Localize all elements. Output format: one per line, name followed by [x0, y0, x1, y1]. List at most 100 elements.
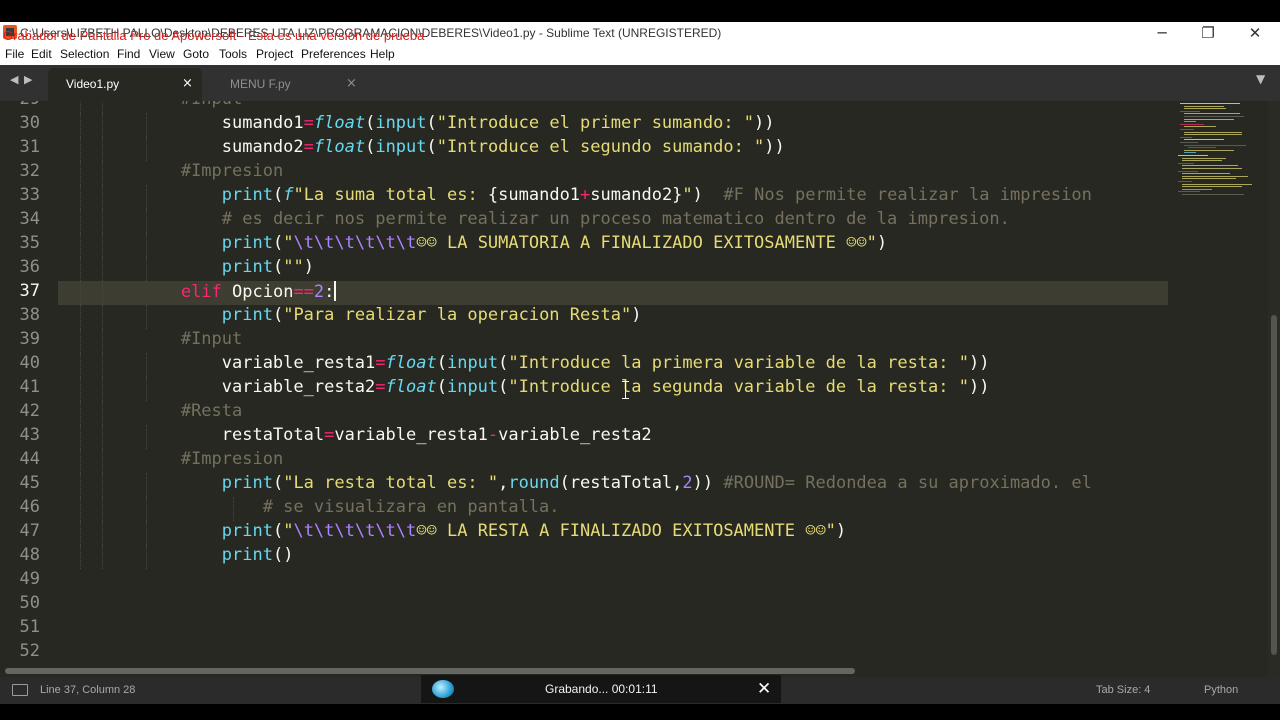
- line-number: 43: [19, 425, 40, 445]
- minimap-line: [1188, 147, 1216, 149]
- code-line[interactable]: # se visualizara en pantalla.: [58, 497, 1168, 521]
- syntax-selector[interactable]: Python: [1204, 684, 1238, 696]
- minimap-line: [1180, 136, 1192, 138]
- minimap-line: [1182, 186, 1242, 188]
- code-line[interactable]: [58, 569, 1168, 593]
- recorder-icon[interactable]: [432, 680, 454, 698]
- minimap-line: [1182, 175, 1248, 177]
- code-editor[interactable]: 29 30 31 32 33 34 35 36 37 38 39 40 41 4…: [0, 101, 1280, 677]
- code-line[interactable]: # es decir nos permite realizar un proce…: [58, 209, 1168, 233]
- tab-close-icon[interactable]: ×: [182, 76, 193, 91]
- code-line[interactable]: print("\t\t\t\t\t\t☺☺ LA RESTA A FINALIZ…: [58, 521, 1168, 545]
- menu-project[interactable]: Project: [256, 47, 293, 61]
- code-line[interactable]: #Input: [58, 101, 1168, 113]
- tab-back-icon[interactable]: ◀: [10, 73, 18, 86]
- code-line[interactable]: [58, 617, 1168, 641]
- recording-timer: Grabando... 00:01:11: [545, 682, 658, 696]
- menu-file[interactable]: File: [5, 47, 24, 61]
- minimap-line: [1184, 139, 1224, 141]
- menu-selection[interactable]: Selection: [60, 47, 109, 61]
- restore-button[interactable]: ❐: [1185, 23, 1231, 43]
- code-line[interactable]: print("Para realizar la operacion Resta"…: [58, 305, 1168, 329]
- menu-edit[interactable]: Edit: [31, 47, 52, 61]
- minimap-line: [1184, 121, 1196, 123]
- recorder-close-button[interactable]: ✕: [757, 679, 771, 699]
- line-number: 39: [19, 329, 40, 349]
- line-number: 50: [19, 593, 40, 613]
- code-line[interactable]: #Input: [58, 329, 1168, 353]
- minimap-line: [1184, 116, 1244, 117]
- minimap-line: [1184, 134, 1242, 136]
- code-line[interactable]: [58, 641, 1168, 665]
- code-line[interactable]: print("\t\t\t\t\t\t☺☺ LA SUMATORIA A FIN…: [58, 233, 1168, 257]
- minimap-line: [1182, 178, 1236, 180]
- code-line[interactable]: [58, 593, 1168, 617]
- minimap[interactable]: [1170, 101, 1268, 677]
- minimap-line: [1182, 157, 1226, 159]
- line-number: 35: [19, 233, 40, 253]
- minimize-button[interactable]: ─: [1139, 23, 1185, 43]
- line-number: 29: [0, 101, 40, 113]
- mouse-ibeam-cursor: [622, 381, 629, 399]
- code-line[interactable]: elif Opcion==2:: [58, 281, 1168, 305]
- line-number: 46: [19, 497, 40, 517]
- minimap-line: [1184, 149, 1234, 151]
- minimap-line: [1184, 144, 1246, 146]
- tab-dropdown-icon[interactable]: ▼: [1256, 72, 1265, 86]
- menu-goto[interactable]: Goto: [183, 47, 209, 61]
- vertical-scroll-thumb[interactable]: [1271, 315, 1277, 655]
- tab-menu-f[interactable]: MENU F.py ×: [212, 68, 366, 101]
- tab-forward-icon[interactable]: ▶: [24, 73, 32, 86]
- close-window-button[interactable]: ✕: [1232, 23, 1278, 43]
- line-number: 52: [19, 641, 40, 661]
- minimap-line: [1180, 123, 1204, 125]
- line-number: 33: [19, 185, 40, 205]
- vertical-scrollbar[interactable]: [1268, 101, 1280, 677]
- code-line[interactable]: print(f"La suma total es: {sumando1+suma…: [58, 185, 1168, 209]
- panel-toggle-icon[interactable]: [12, 684, 28, 696]
- horizontal-scroll-thumb[interactable]: [5, 668, 855, 674]
- minimap-line: [1182, 165, 1238, 167]
- code-line[interactable]: sumando2=float(input("Introduce el segun…: [58, 137, 1168, 161]
- code-line[interactable]: #Resta: [58, 401, 1168, 425]
- minimap-line: [1178, 155, 1208, 156]
- menu-view[interactable]: View: [149, 47, 175, 61]
- code-line[interactable]: restaTotal=variable_resta1-variable_rest…: [58, 425, 1168, 449]
- line-number: 51: [19, 617, 40, 637]
- recorder-watermark: Grabador de Pantalla Pro de Apowersoft -…: [3, 28, 425, 43]
- minimap-line: [1184, 126, 1216, 128]
- code-line[interactable]: print(""): [58, 257, 1168, 281]
- line-number: 38: [19, 305, 40, 325]
- minimap-line: [1180, 103, 1240, 104]
- code-line[interactable]: variable_resta2=float(input("Introduce l…: [58, 377, 1168, 401]
- menu-find[interactable]: Find: [117, 47, 140, 61]
- minimap-line: [1178, 191, 1200, 193]
- line-number: 36: [19, 257, 40, 277]
- code-line[interactable]: print(): [58, 545, 1168, 569]
- minimap-line: [1182, 194, 1244, 195]
- code-area[interactable]: #Input sumando1=float(input("Introduce e…: [58, 101, 1168, 665]
- minimap-line: [1184, 118, 1234, 120]
- menu-tools[interactable]: Tools: [219, 47, 247, 61]
- tab-size-selector[interactable]: Tab Size: 4: [1096, 684, 1150, 696]
- menu-help[interactable]: Help: [370, 47, 395, 61]
- code-line[interactable]: #Impresion: [58, 161, 1168, 185]
- menu-preferences[interactable]: Preferences: [301, 47, 366, 61]
- code-line[interactable]: sumando1=float(input("Introduce el prime…: [58, 113, 1168, 137]
- minimap-line: [1184, 113, 1240, 115]
- minimap-line: [1184, 152, 1196, 154]
- minimap-line: [1178, 170, 1198, 172]
- line-number: 34: [19, 209, 40, 229]
- minimap-line: [1184, 108, 1226, 110]
- minimap-line: [1182, 168, 1242, 169]
- tab-video1[interactable]: Video1.py ×: [48, 68, 202, 101]
- minimap-line: [1182, 160, 1222, 162]
- line-number: 44: [19, 449, 40, 469]
- code-line[interactable]: print("La resta total es: ",round(restaT…: [58, 473, 1168, 497]
- line-number: 47: [19, 521, 40, 541]
- top-black-band: [0, 0, 1280, 22]
- code-line[interactable]: #Impresion: [58, 449, 1168, 473]
- line-number: 49: [19, 569, 40, 589]
- tab-close-icon[interactable]: ×: [346, 76, 357, 91]
- code-line[interactable]: variable_resta1=float(input("Introduce l…: [58, 353, 1168, 377]
